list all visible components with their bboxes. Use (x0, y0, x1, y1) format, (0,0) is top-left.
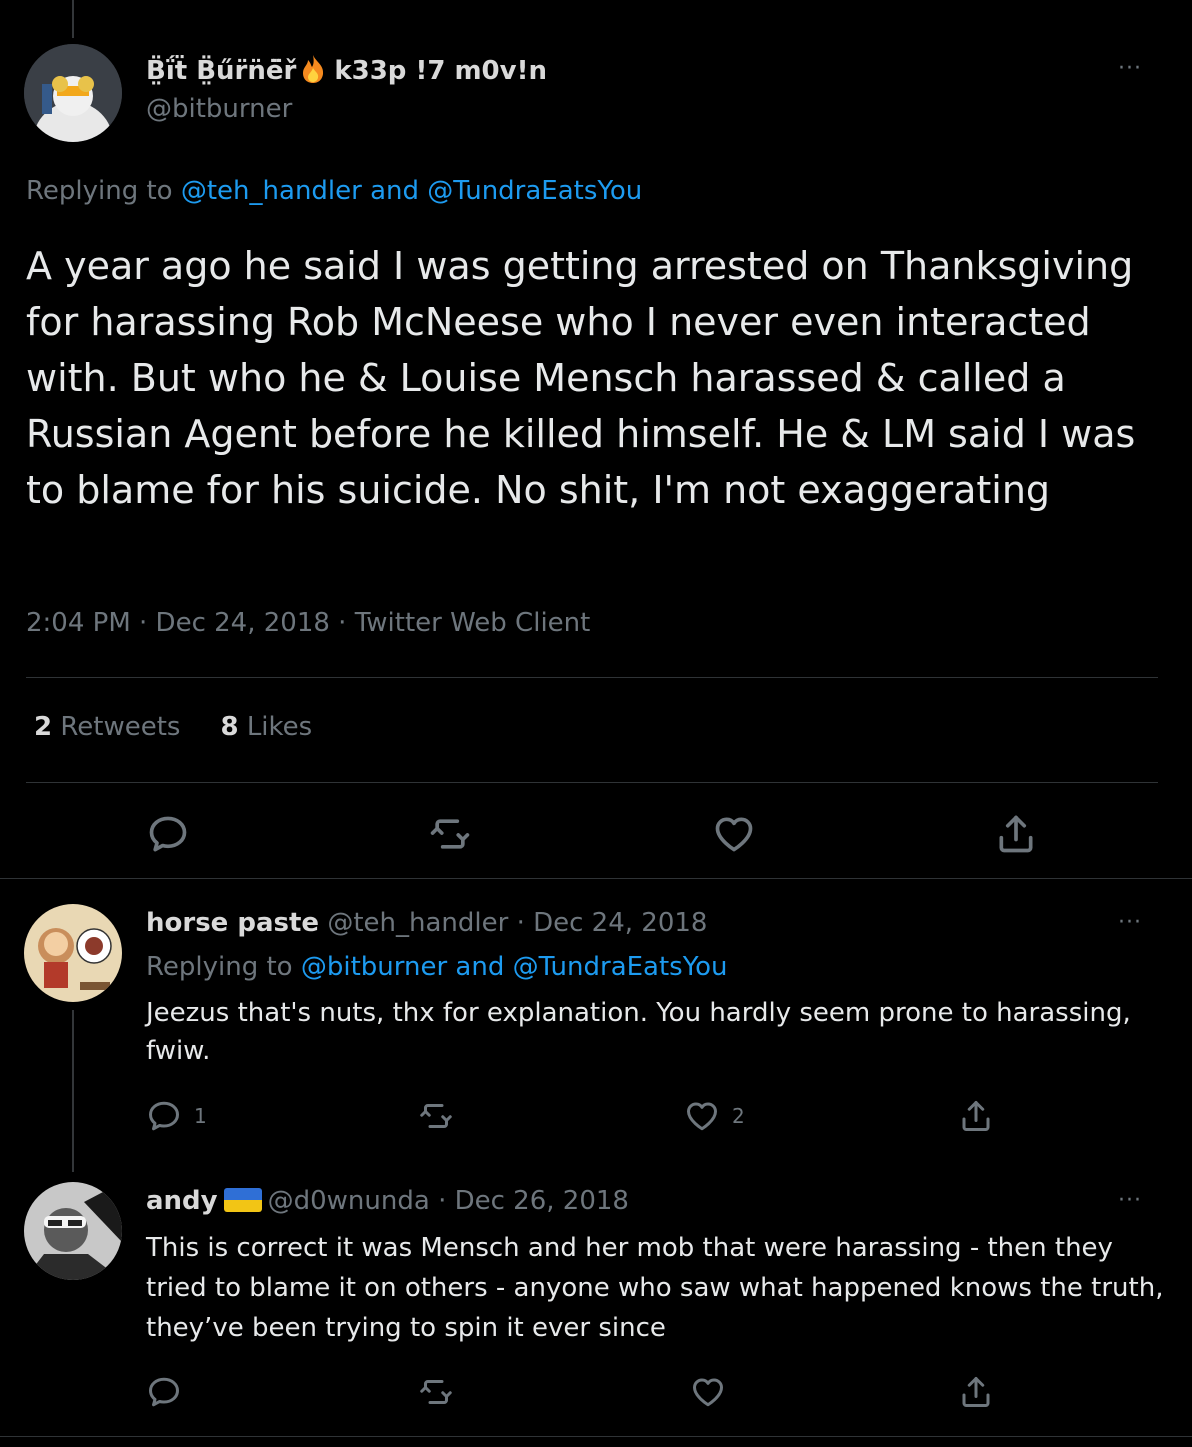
thread-connector-top (72, 0, 74, 38)
share-button[interactable] (958, 1098, 994, 1134)
like-icon (687, 1102, 717, 1131)
avatar-teh-handler[interactable] (24, 904, 122, 1002)
tweet-meta[interactable]: 2:04 PM · Dec 24, 2018 · Twitter Web Cli… (26, 608, 590, 638)
replying-to-line: Replying to @bitburner and @TundraEatsYo… (146, 952, 728, 982)
like-button[interactable] (712, 812, 756, 856)
share-button[interactable] (994, 812, 1038, 856)
display-name[interactable]: horse paste (146, 908, 319, 938)
reply-button[interactable] (146, 1374, 194, 1410)
divider (0, 878, 1192, 879)
author-name-row: B̤̈ḯẗ B̤̈űr̈n̈ë̈ř k33p !7 m0v!n (146, 54, 547, 88)
retweet-icon (420, 1104, 452, 1128)
author-handle[interactable]: @bitburner (146, 94, 292, 124)
fire-icon (300, 54, 326, 88)
retweet-icon (420, 1380, 452, 1404)
display-name[interactable]: B̤̈ḯẗ B̤̈űr̈n̈ë̈ř (146, 56, 296, 86)
reply-count: 1 (194, 1104, 207, 1128)
display-name-suffix: k33p !7 m0v!n (334, 56, 547, 86)
like-icon (693, 1378, 723, 1407)
more-options-icon[interactable]: ··· (1118, 910, 1142, 935)
share-icon (962, 1377, 990, 1407)
more-options-icon[interactable]: ··· (1118, 56, 1142, 81)
like-button[interactable]: 2 (684, 1098, 745, 1134)
thread-connector (72, 1010, 74, 1172)
divider (26, 782, 1158, 783)
engagement-stats: 2 Retweets 8 Likes (34, 712, 312, 742)
reply-button[interactable] (146, 812, 190, 856)
tweet-date[interactable]: · Dec 24, 2018 (517, 908, 708, 938)
reply-text: Jeezus that's nuts, thx for explanation.… (146, 998, 1131, 1066)
divider (0, 1436, 1192, 1437)
share-button[interactable] (958, 1374, 994, 1410)
divider (26, 677, 1158, 678)
author-handle[interactable]: @teh_handler (327, 908, 508, 938)
retweets-label: Retweets (60, 712, 181, 742)
reply-icon (149, 1101, 179, 1131)
like-button[interactable] (690, 1374, 738, 1410)
retweets-stat[interactable]: 2 Retweets (34, 712, 180, 742)
display-name[interactable]: andy (146, 1186, 218, 1216)
replying-to-targets[interactable]: @bitburner and @TundraEatsYou (301, 952, 728, 982)
retweet-icon (430, 819, 470, 849)
retweets-count: 2 (34, 712, 53, 742)
avatar-image (24, 44, 122, 142)
more-options-icon[interactable]: ··· (1118, 1188, 1142, 1213)
likes-count: 8 (220, 712, 239, 742)
avatar-d0wnunda[interactable] (24, 1182, 122, 1280)
avatar-bitburner[interactable] (24, 44, 122, 142)
reply-header: andy @d0wnunda · Dec 26, 2018 (146, 1186, 629, 1216)
reply-icon (149, 816, 187, 852)
ukraine-flag-icon (223, 1188, 262, 1212)
retweet-button[interactable] (428, 812, 472, 856)
likes-stat[interactable]: 8 Likes (220, 712, 312, 742)
like-icon (715, 817, 753, 852)
replying-to-label: Replying to (146, 952, 293, 982)
replying-to-line: Replying to @teh_handler and @TundraEats… (26, 176, 642, 206)
share-icon (962, 1101, 990, 1131)
like-count: 2 (732, 1104, 745, 1128)
tweet-date[interactable]: · Dec 26, 2018 (438, 1186, 629, 1216)
replying-to-targets[interactable]: @teh_handler and @TundraEatsYou (181, 176, 642, 206)
reply-icon (149, 1377, 179, 1407)
avatar-image (24, 904, 122, 1002)
author-handle[interactable]: @d0wnunda (268, 1186, 430, 1216)
tweet-text: A year ago he said I was getting arreste… (26, 244, 1136, 512)
retweet-button[interactable] (418, 1098, 466, 1134)
reply-text: This is correct it was Mensch and her mo… (146, 1233, 1164, 1343)
retweet-button[interactable] (418, 1374, 466, 1410)
avatar-image (24, 1182, 122, 1280)
likes-label: Likes (246, 712, 313, 742)
replying-to-label: Replying to (26, 176, 173, 206)
share-icon (999, 815, 1033, 853)
reply-button[interactable]: 1 (146, 1098, 207, 1134)
reply-header: horse paste @teh_handler · Dec 24, 2018 (146, 908, 707, 938)
